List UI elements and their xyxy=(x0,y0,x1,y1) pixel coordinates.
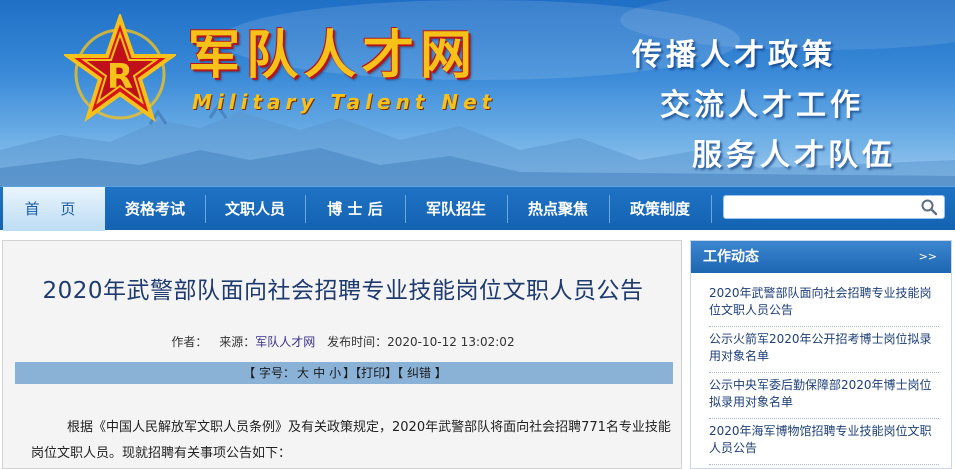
news-item[interactable]: 2020年海军博物馆招聘专业技能岗位文职人员公告 xyxy=(709,419,939,465)
sidebar-title: 工作动态 xyxy=(703,249,759,265)
article-body: 根据《中国人民解放军文职人员条例》及有关政策规定，2020年武警部队将面向社会招… xyxy=(31,420,671,461)
nav-item-postdoc[interactable]: 博 士 后 xyxy=(306,187,404,231)
font-size-medium-button[interactable]: 中 xyxy=(313,366,325,380)
print-button[interactable]: 【打印】 xyxy=(355,366,397,380)
publish-time-label: 发布时间： xyxy=(327,335,388,349)
army-star-logo: R xyxy=(64,14,176,123)
nav-item-qualification-exam[interactable]: 资格考试 xyxy=(106,187,204,231)
news-item[interactable]: 2020年武警部队面向社会招聘专业技能岗位文职人员公告 xyxy=(709,281,939,327)
report-error-button[interactable]: 【 纠错 】 xyxy=(397,366,447,380)
source-label: 来源： xyxy=(219,335,256,349)
font-size-small-button[interactable]: 小 xyxy=(329,366,341,380)
nav-item-home[interactable]: 首 页 xyxy=(3,187,105,231)
nav-item-policies[interactable]: 政策制度 xyxy=(610,187,710,231)
font-size-large-button[interactable]: 大 xyxy=(297,366,309,380)
header-banner: R 军队人才网 Military Talent Net 传播人才政策 交流人才工… xyxy=(0,0,955,186)
font-size-label: 【 字号： xyxy=(243,366,296,380)
nav-item-civilian-staff[interactable]: 文职人员 xyxy=(206,187,304,231)
nav-item-hot-topics[interactable]: 热点聚焦 xyxy=(508,187,608,231)
article-title: 2020年武警部队面向社会招聘专业技能岗位文职人员公告 xyxy=(42,278,644,304)
more-link[interactable]: >> xyxy=(919,241,937,273)
font-size-close-bracket: 】 xyxy=(343,366,356,380)
site-title-english: Military Talent Net xyxy=(192,90,497,114)
sidebar-header: 工作动态 >> xyxy=(691,241,951,273)
search-icon[interactable] xyxy=(920,198,938,216)
article-meta: 作者： 来源：军队人才网 发布时间：2020-10-12 13:02:02 xyxy=(3,333,683,350)
source-link[interactable]: 军队人才网 xyxy=(255,335,315,349)
author-label: 作者： xyxy=(171,335,208,349)
slogan-1: 传播人才政策 xyxy=(632,38,836,73)
work-news-sidebar: 工作动态 >> 2020年武警部队面向社会招聘专业技能岗位文职人员公告 公示火箭… xyxy=(690,240,952,469)
slogan-2: 交流人才工作 xyxy=(660,88,864,123)
news-item[interactable]: 公示火箭军2020年公开招考博士岗位拟录用对象名单 xyxy=(709,327,939,373)
news-item[interactable]: 公示中央军委后勤保障部2020年博士岗位拟录用对象名单 xyxy=(709,373,939,419)
article-toolbar: 【 字号：大中小】【打印】【 纠错 】 xyxy=(15,362,673,384)
site-title: 军队人才网 xyxy=(188,26,479,86)
slogan-3: 服务人才队伍 xyxy=(692,138,896,173)
news-list: 2020年武警部队面向社会招聘专业技能岗位文职人员公告 公示火箭军2020年公开… xyxy=(691,281,951,465)
nav-item-military-enrollment[interactable]: 军队招生 xyxy=(406,187,506,231)
svg-text:R: R xyxy=(107,57,133,97)
article-panel: 2020年武警部队面向社会招聘专业技能岗位文职人员公告 作者： 来源：军队人才网… xyxy=(2,240,682,469)
search-input[interactable] xyxy=(723,195,945,219)
nav-divider xyxy=(711,195,712,223)
publish-time-value: 2020-10-12 13:02:02 xyxy=(387,335,515,349)
